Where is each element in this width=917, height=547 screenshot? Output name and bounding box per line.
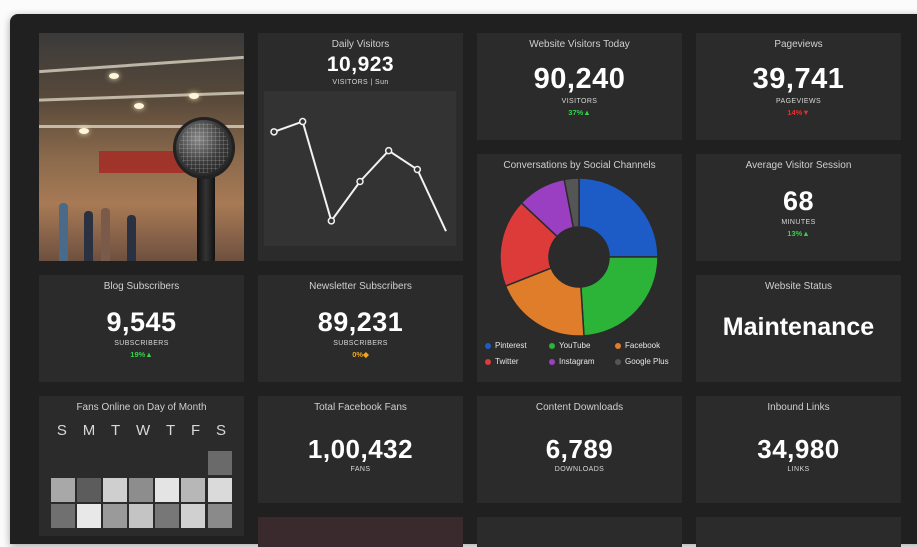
tile-title: Average Visitor Session [745, 160, 852, 171]
tile-social-channels[interactable]: Conversations by Social Channels Pintere… [477, 154, 682, 382]
blog-subscribers-delta: 19%▲ [130, 350, 153, 359]
tile-inbound-links[interactable]: Inbound Links 34,980 LINKS [696, 396, 901, 503]
calendar-cell[interactable] [155, 478, 179, 502]
legend-facebook: Facebook [615, 341, 660, 350]
calendar-cell[interactable] [208, 451, 232, 475]
calendar-cell[interactable] [51, 504, 75, 528]
tile-title: Website Status [764, 281, 833, 292]
avg-session-value: 68 [782, 186, 815, 216]
calendar-cell[interactable] [155, 504, 179, 528]
facebook-fans-value: 1,00,432 [307, 434, 414, 464]
tile-title: Inbound Links [767, 402, 830, 413]
tile-average-visitor-session[interactable]: Average Visitor Session 68 MINUTES 13%▲ [696, 154, 901, 261]
legend-instagram: Instagram [549, 357, 595, 366]
pageviews-value: 39,741 [752, 63, 845, 95]
calendar-cell[interactable] [181, 478, 205, 502]
line-point[interactable] [356, 177, 364, 186]
blog-subscribers-value: 9,545 [106, 307, 177, 337]
line-point[interactable] [270, 128, 278, 136]
legend-google-plus: Google Plus [615, 357, 669, 366]
calendar-cell[interactable] [208, 504, 232, 528]
tile-title: Fans Online on Day of Month [76, 402, 207, 413]
calendar-cell[interactable] [77, 504, 101, 528]
tile-title: Pageviews [774, 39, 823, 50]
line-point[interactable] [327, 217, 336, 225]
weekday-label: S [56, 422, 67, 439]
tile-title: Newsletter Subscribers [309, 281, 412, 292]
calendar-cell[interactable] [208, 478, 232, 502]
tile-title: Website Visitors Today [529, 39, 630, 50]
microphone-photo [39, 33, 244, 261]
tile-title: Blog Subscribers [103, 281, 180, 292]
line-point[interactable] [413, 165, 422, 174]
tile-website-status[interactable]: Website Status Maintenance [696, 275, 901, 382]
website-visitors-delta: 37%▲ [568, 108, 591, 117]
tile-blog-subscribers[interactable]: Blog Subscribers 9,545 SUBSCRIBERS 19%▲ [39, 275, 244, 382]
tile-content-downloads[interactable]: Content Downloads 6,789 DOWNLOADS [477, 396, 682, 503]
avg-session-delta: 13%▲ [787, 229, 810, 238]
tile-title: Daily Visitors [331, 39, 390, 50]
website-visitors-value: 90,240 [533, 63, 626, 95]
calendar-cell[interactable] [103, 478, 127, 502]
avg-session-unit: MINUTES [781, 219, 816, 226]
newsletter-unit: SUBSCRIBERS [333, 340, 388, 347]
blog-subscribers-unit: SUBSCRIBERS [114, 340, 169, 347]
tile-partial-bottom [477, 517, 682, 547]
calendar-cell[interactable] [181, 504, 205, 528]
downloads-value: 6,789 [545, 434, 614, 464]
social-channels-donut-chart [499, 177, 659, 337]
website-status-value: Maintenance [722, 313, 875, 341]
weekday-label: T [111, 422, 121, 439]
tile-total-facebook-fans[interactable]: Total Facebook Fans 1,00,432 FANS [258, 396, 463, 503]
tile-newsletter-subscribers[interactable]: Newsletter Subscribers 89,231 SUBSCRIBER… [258, 275, 463, 382]
weekday-label: M [82, 422, 96, 439]
calendar-cell[interactable] [77, 478, 101, 502]
newsletter-delta: 0%◆ [352, 350, 369, 359]
daily-visitors-value: 10,923 [326, 53, 395, 76]
tile-partial-bottom [258, 517, 463, 547]
weekday-header: S M T W T F S [39, 422, 244, 439]
line-point[interactable] [384, 146, 393, 155]
tile-daily-visitors[interactable]: Daily Visitors 10,923 VISITORS | Sun [258, 33, 463, 261]
calendar-cell[interactable] [51, 478, 75, 502]
legend-twitter: Twitter [485, 357, 519, 366]
pageviews-delta: 14%▼ [787, 108, 810, 117]
calendar-cell[interactable] [103, 504, 127, 528]
weekday-label: F [191, 422, 201, 439]
pageviews-unit: PAGEVIEWS [775, 98, 822, 105]
inbound-links-value: 34,980 [757, 434, 840, 464]
tile-website-visitors-today[interactable]: Website Visitors Today 90,240 VISITORS 3… [477, 33, 682, 140]
donut-slice-youtube[interactable] [580, 256, 659, 337]
legend-youtube: YouTube [549, 341, 590, 350]
weekday-label: W [136, 422, 151, 439]
legend-pinterest: Pinterest [485, 341, 527, 350]
daily-visitors-unit: VISITORS | Sun [332, 79, 389, 86]
tile-title: Conversations by Social Channels [503, 160, 656, 171]
newsletter-value: 89,231 [317, 307, 404, 337]
daily-visitors-line-chart [264, 91, 456, 246]
line-point[interactable] [298, 117, 307, 126]
downloads-unit: DOWNLOADS [554, 466, 605, 473]
tile-partial-bottom [696, 517, 901, 547]
tile-pageviews[interactable]: Pageviews 39,741 PAGEVIEWS 14%▼ [696, 33, 901, 140]
website-visitors-unit: VISITORS [561, 98, 598, 105]
inbound-links-unit: LINKS [787, 466, 810, 473]
tile-title: Total Facebook Fans [314, 402, 407, 413]
weekday-label: S [215, 422, 226, 439]
donut-slice-pinterest[interactable] [578, 177, 659, 258]
tile-fans-online[interactable]: Fans Online on Day of Month S M T W T F … [39, 396, 244, 536]
tile-title: Content Downloads [535, 402, 624, 413]
weekday-label: T [166, 422, 176, 439]
dashboard-screen: Daily Visitors 10,923 VISITORS | Sun Web… [10, 14, 917, 547]
facebook-fans-unit: FANS [350, 466, 371, 473]
calendar-cell[interactable] [129, 478, 153, 502]
calendar-cell[interactable] [129, 504, 153, 528]
